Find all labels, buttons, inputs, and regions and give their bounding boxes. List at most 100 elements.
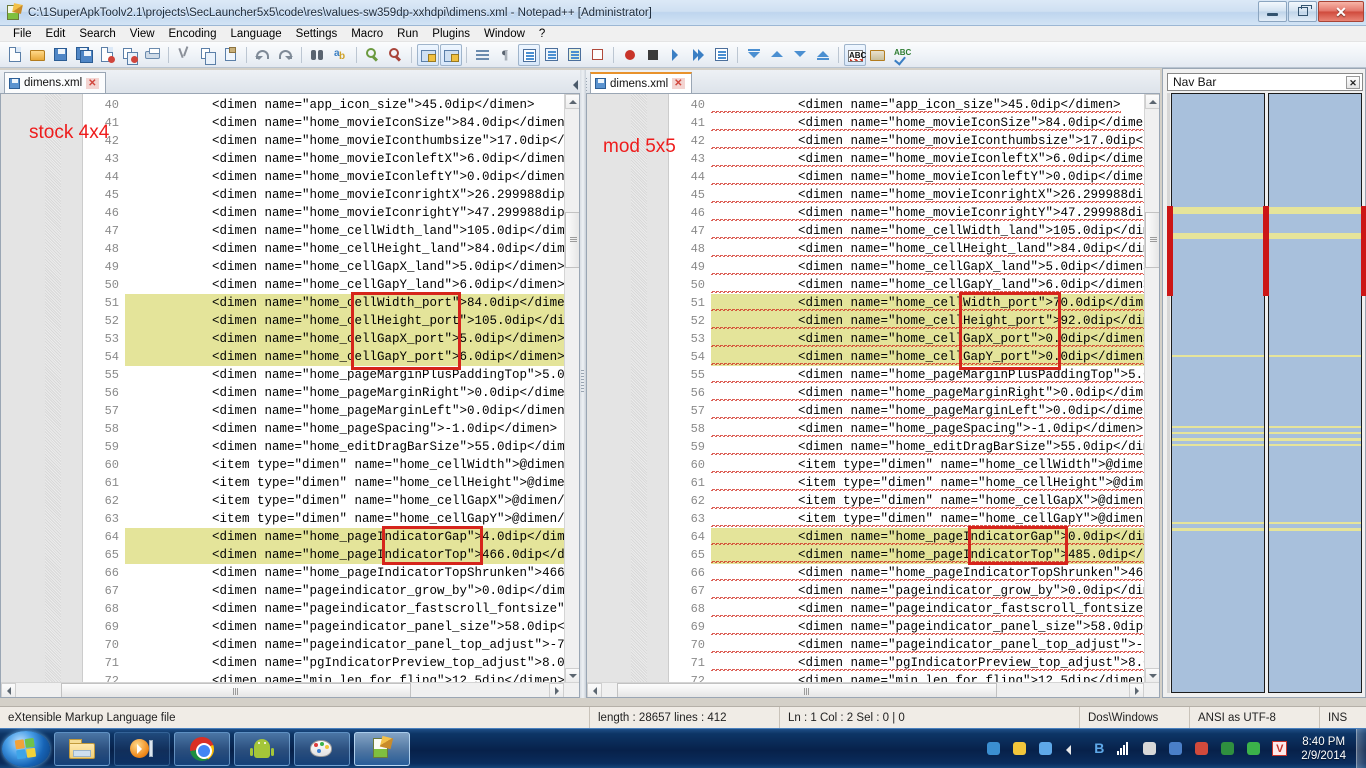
code-line[interactable]: 44 <dimen name="home_movieIconleftY">0.0… <box>83 168 579 186</box>
user-language-icon[interactable] <box>541 44 563 66</box>
fold-margin[interactable] <box>631 94 647 697</box>
scroll-left-button[interactable] <box>587 683 602 697</box>
code-line[interactable]: 45 <dimen name="home_movieIconrightX">26… <box>83 186 579 204</box>
minimize-button[interactable] <box>1258 1 1287 22</box>
antivirus-icon[interactable]: V <box>1270 739 1290 759</box>
scroll-up-button[interactable] <box>1145 94 1159 109</box>
menu-macro[interactable]: Macro <box>344 26 390 42</box>
replace-icon[interactable]: ab <box>330 44 352 66</box>
tab-dimens-xml-left[interactable]: dimens.xml ✕ <box>4 72 106 93</box>
code-line[interactable]: 40 <dimen name="app_icon_size">45.0dip</… <box>83 96 579 114</box>
code-line[interactable]: 40 <dimen name="app_icon_size">45.0dip</… <box>669 96 1159 114</box>
scroll-down-button[interactable] <box>1145 668 1159 683</box>
sync-horizontal-scroll-icon[interactable] <box>440 43 462 66</box>
scroll-left-button[interactable] <box>1 683 16 697</box>
taskbar-media-player[interactable] <box>114 731 170 766</box>
nav-map-left[interactable] <box>1171 93 1265 693</box>
close-all-icon[interactable] <box>119 44 141 66</box>
code-line[interactable]: 66 <dimen name="home_pageIndicatorTopShr… <box>669 564 1159 582</box>
menu-language[interactable]: Language <box>223 26 288 42</box>
network-disconnected-icon[interactable] <box>1166 739 1186 759</box>
scroll-right-button[interactable] <box>549 683 564 697</box>
code-line[interactable]: 41 <dimen name="home_movieIconSize">84.0… <box>669 114 1159 132</box>
signal-icon[interactable] <box>1114 739 1134 759</box>
open-file-icon[interactable] <box>27 44 49 66</box>
menu-[interactable]: ? <box>532 26 552 42</box>
code-line[interactable]: 43 <dimen name="home_movieIconleftX">6.0… <box>669 150 1159 168</box>
menu-run[interactable]: Run <box>390 26 425 42</box>
code-line[interactable]: 69 <dimen name="pageindicator_panel_size… <box>669 618 1159 636</box>
code-line[interactable]: 58 <dimen name="home_pageSpacing">-1.0di… <box>669 420 1159 438</box>
code-line[interactable]: 55 <dimen name="home_pageMarginPlusPaddi… <box>669 366 1159 384</box>
find-icon[interactable] <box>307 44 329 66</box>
teamviewer-icon[interactable] <box>984 739 1004 759</box>
play-macro-icon[interactable] <box>665 44 687 66</box>
code-line[interactable]: 70 <dimen name="pageindicator_panel_top_… <box>669 636 1159 654</box>
code-area-left[interactable]: 40 <dimen name="app_icon_size">45.0dip</… <box>83 94 579 697</box>
vertical-scrollbar-left[interactable] <box>564 94 579 683</box>
sync-vertical-scroll-icon[interactable] <box>417 43 439 66</box>
start-button[interactable] <box>2 730 50 767</box>
tab-scroll-left-icon[interactable] <box>573 80 578 90</box>
code-line[interactable]: 64 <dimen name="home_pageIndicatorGap">0… <box>669 528 1159 546</box>
dropbox-icon[interactable] <box>1244 739 1264 759</box>
volume-icon[interactable] <box>1062 739 1082 759</box>
tab-dimens-xml-right[interactable]: dimens.xml ✕ <box>573 72 692 93</box>
code-line[interactable]: 51 <dimen name="home_cellWidth_port">70.… <box>669 294 1159 312</box>
zoom-in-icon[interactable] <box>362 44 384 66</box>
tab-close-icon[interactable]: ✕ <box>672 78 685 89</box>
paste-icon[interactable] <box>220 44 242 66</box>
code-area-right[interactable]: 40 <dimen name="app_icon_size">45.0dip</… <box>669 94 1159 697</box>
flag-alert-icon[interactable] <box>1192 739 1212 759</box>
indent-guide-icon[interactable] <box>518 43 540 66</box>
menu-window[interactable]: Window <box>477 26 532 42</box>
menu-plugins[interactable]: Plugins <box>425 26 477 42</box>
code-line[interactable]: 60 <item type="dimen" name="home_cellWid… <box>83 456 579 474</box>
scroll-thumb[interactable] <box>61 683 411 697</box>
word-wrap-icon[interactable] <box>472 44 494 66</box>
show-desktop-button[interactable] <box>1356 729 1366 768</box>
code-line[interactable]: 60 <item type="dimen" name="home_cellWid… <box>669 456 1159 474</box>
code-line[interactable]: 65 <dimen name="home_pageIndicatorTop">4… <box>669 546 1159 564</box>
code-line[interactable]: 43 <dimen name="home_movieIconleftX">6.0… <box>83 150 579 168</box>
nav-bar-body[interactable] <box>1167 93 1366 693</box>
code-line[interactable]: 57 <dimen name="home_pageMarginLeft">0.0… <box>83 402 579 420</box>
code-line[interactable]: 44 <dimen name="home_movieIconleftY">0.0… <box>669 168 1159 186</box>
code-line[interactable]: 61 <item type="dimen" name="home_cellHei… <box>669 474 1159 492</box>
code-line[interactable]: 53 <dimen name="home_cellGapX_port">5.0d… <box>83 330 579 348</box>
menu-file[interactable]: File <box>6 26 39 42</box>
spellcheck-icon[interactable]: ABC <box>844 43 866 66</box>
taskbar-clock[interactable]: 8:40 PM 2/9/2014 <box>1293 735 1356 763</box>
code-line[interactable]: 66 <dimen name="home_pageIndicatorTopShr… <box>83 564 579 582</box>
code-line[interactable]: 47 <dimen name="home_cellWidth_land">105… <box>83 222 579 240</box>
code-line[interactable]: 71 <dimen name="pgIndicatorPreview_top_a… <box>669 654 1159 672</box>
spellcheck-run-icon[interactable]: ABC <box>890 44 912 66</box>
code-line[interactable]: 63 <item type="dimen" name="home_cellGap… <box>669 510 1159 528</box>
vertical-scrollbar-right[interactable] <box>1144 94 1159 683</box>
code-line[interactable]: 54 <dimen name="home_cellGapY_port">0.0d… <box>669 348 1159 366</box>
code-line[interactable]: 57 <dimen name="home_pageMarginLeft">0.0… <box>669 402 1159 420</box>
bluetooth-icon[interactable]: B <box>1088 739 1108 759</box>
update-icon[interactable] <box>1218 739 1238 759</box>
code-line[interactable]: 67 <dimen name="pageindicator_grow_by">0… <box>669 582 1159 600</box>
code-line[interactable]: 42 <dimen name="home_movieIconthumbsize"… <box>83 132 579 150</box>
code-line[interactable]: 70 <dimen name="pageindicator_panel_top_… <box>83 636 579 654</box>
zoom-out-icon[interactable] <box>385 44 407 66</box>
expand-all-icon[interactable] <box>812 44 834 66</box>
new-file-icon[interactable] <box>4 44 26 66</box>
code-line[interactable]: 64 <dimen name="home_pageIndicatorGap">4… <box>83 528 579 546</box>
code-line[interactable]: 61 <item type="dimen" name="home_cellHei… <box>83 474 579 492</box>
record-macro-icon[interactable] <box>619 44 641 66</box>
taskbar-paint[interactable] <box>294 731 350 766</box>
nav-bar-close-icon[interactable]: ✕ <box>1346 76 1360 89</box>
menu-settings[interactable]: Settings <box>289 26 345 42</box>
code-line[interactable]: 50 <dimen name="home_cellGapY_land">6.0d… <box>83 276 579 294</box>
code-line[interactable]: 59 <dimen name="home_editDragBarSize">55… <box>669 438 1159 456</box>
wizard-icon[interactable] <box>1010 739 1030 759</box>
taskbar-notepadpp[interactable] <box>354 731 410 766</box>
code-line[interactable]: 51 <dimen name="home_cellWidth_port">84.… <box>83 294 579 312</box>
code-line[interactable]: 41 <dimen name="home_movieIconSize">84.0… <box>83 114 579 132</box>
nav-map-right[interactable] <box>1268 93 1362 693</box>
code-line[interactable]: 55 <dimen name="home_pageMarginPlusPaddi… <box>83 366 579 384</box>
print-icon[interactable] <box>142 44 164 66</box>
